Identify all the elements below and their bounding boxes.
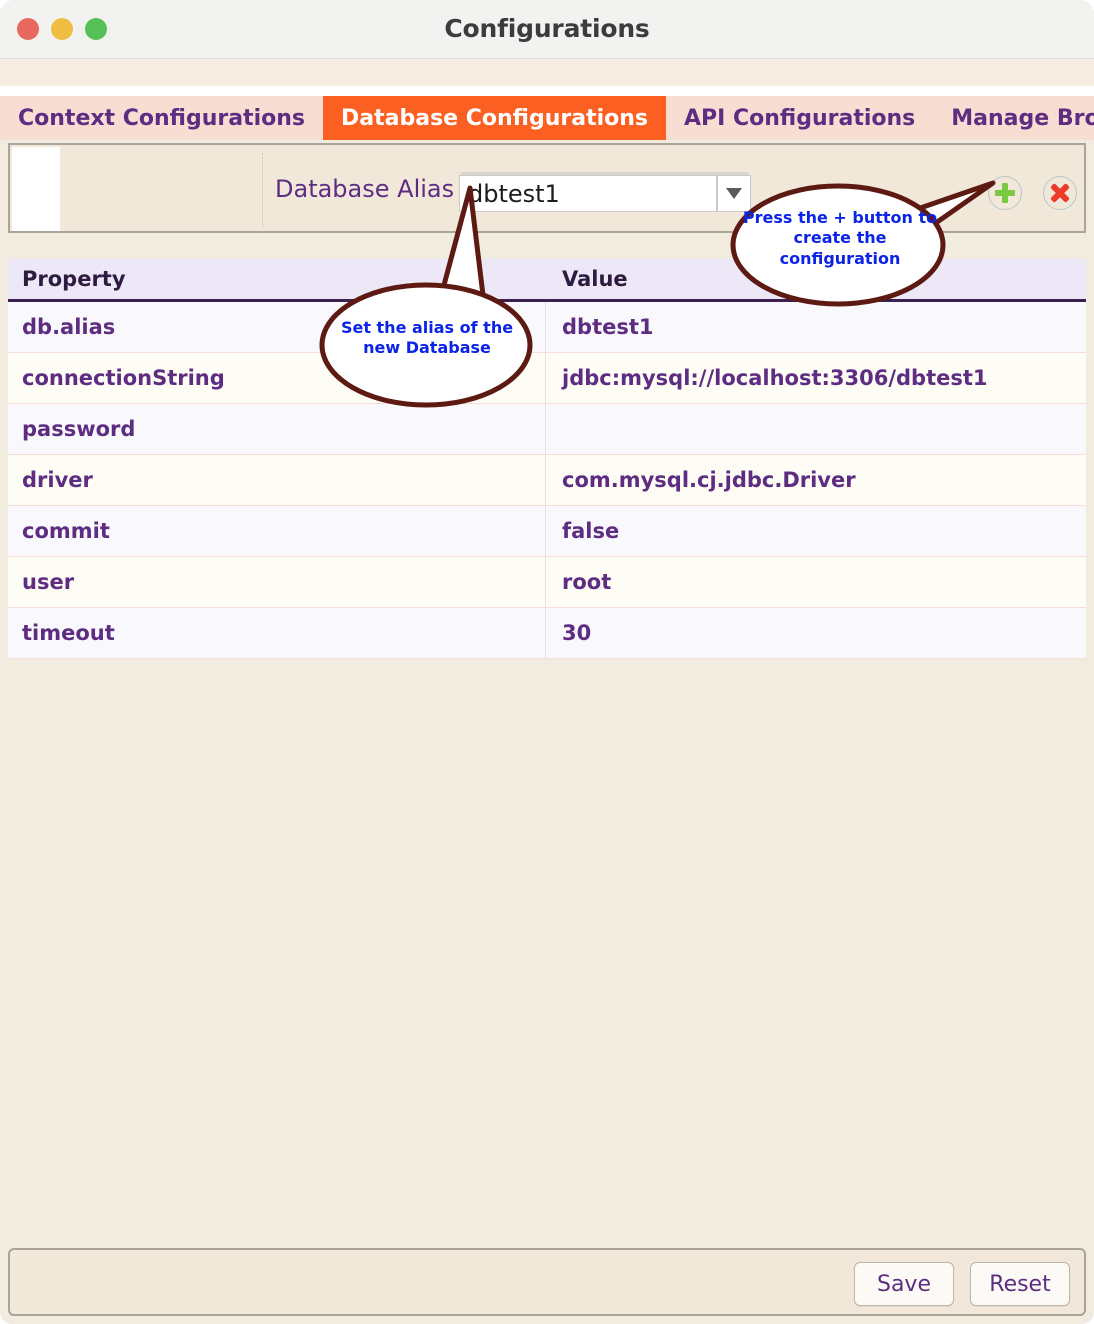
footer-bar: Save Reset bbox=[8, 1248, 1086, 1316]
footer-button-group: Save Reset bbox=[854, 1262, 1070, 1306]
table-header-row: Property Value bbox=[8, 259, 1086, 302]
tab-manage-browsers[interactable]: Manage Browsers bbox=[933, 96, 1094, 140]
chevron-down-icon bbox=[726, 188, 742, 199]
cell-value[interactable]: root bbox=[546, 557, 1086, 607]
panel-left-edge bbox=[12, 147, 60, 231]
properties-table: Property Value db.alias dbtest1 connecti… bbox=[8, 259, 1086, 659]
reset-button[interactable]: Reset bbox=[970, 1262, 1070, 1306]
database-alias-input[interactable] bbox=[459, 175, 717, 212]
close-x-icon bbox=[1049, 182, 1071, 204]
title-bar: Configurations bbox=[0, 0, 1094, 59]
table-row[interactable]: connectionString jdbc:mysql://localhost:… bbox=[8, 353, 1086, 404]
window-title: Configurations bbox=[444, 14, 650, 43]
table-row[interactable]: driver com.mysql.cj.jdbc.Driver bbox=[8, 455, 1086, 506]
database-alias-dropdown-button[interactable] bbox=[717, 175, 751, 212]
database-alias-combobox[interactable] bbox=[459, 172, 751, 212]
cell-value[interactable]: false bbox=[546, 506, 1086, 556]
table-row[interactable]: timeout 30 bbox=[8, 608, 1086, 659]
add-configuration-button[interactable] bbox=[988, 176, 1022, 210]
table-row[interactable]: password bbox=[8, 404, 1086, 455]
database-alias-label: Database Alias bbox=[275, 175, 455, 203]
table-row[interactable]: db.alias dbtest1 bbox=[8, 302, 1086, 353]
table-row[interactable]: user root bbox=[8, 557, 1086, 608]
cell-property: timeout bbox=[8, 608, 546, 658]
cell-property: connectionString bbox=[8, 353, 546, 403]
column-header-value[interactable]: Value bbox=[546, 267, 1086, 291]
cell-value[interactable]: dbtest1 bbox=[546, 302, 1086, 352]
cell-value[interactable]: com.mysql.cj.jdbc.Driver bbox=[546, 455, 1086, 505]
tab-context-configurations[interactable]: Context Configurations bbox=[0, 96, 323, 140]
tab-database-configurations[interactable]: Database Configurations bbox=[323, 96, 667, 140]
cell-property: password bbox=[8, 404, 546, 454]
cell-property: user bbox=[8, 557, 546, 607]
plus-icon bbox=[994, 182, 1016, 204]
cell-value[interactable] bbox=[546, 404, 1086, 454]
cell-value[interactable]: 30 bbox=[546, 608, 1086, 658]
tab-strip: Context Configurations Database Configur… bbox=[0, 96, 1094, 140]
table-row[interactable]: commit false bbox=[8, 506, 1086, 557]
tab-bar: Context Configurations Database Configur… bbox=[0, 86, 1094, 140]
configurations-window: Configurations Context Configurations Da… bbox=[0, 0, 1094, 1324]
cell-value[interactable]: jdbc:mysql://localhost:3306/dbtest1 bbox=[546, 353, 1086, 403]
save-button[interactable]: Save bbox=[854, 1262, 954, 1306]
cell-property: driver bbox=[8, 455, 546, 505]
panel-divider bbox=[262, 153, 263, 227]
delete-configuration-button[interactable] bbox=[1043, 176, 1077, 210]
cell-property: commit bbox=[8, 506, 546, 556]
column-header-property[interactable]: Property bbox=[8, 267, 546, 291]
title-underbar bbox=[0, 59, 1094, 86]
cell-property: db.alias bbox=[8, 302, 546, 352]
tab-api-configurations[interactable]: API Configurations bbox=[666, 96, 934, 140]
